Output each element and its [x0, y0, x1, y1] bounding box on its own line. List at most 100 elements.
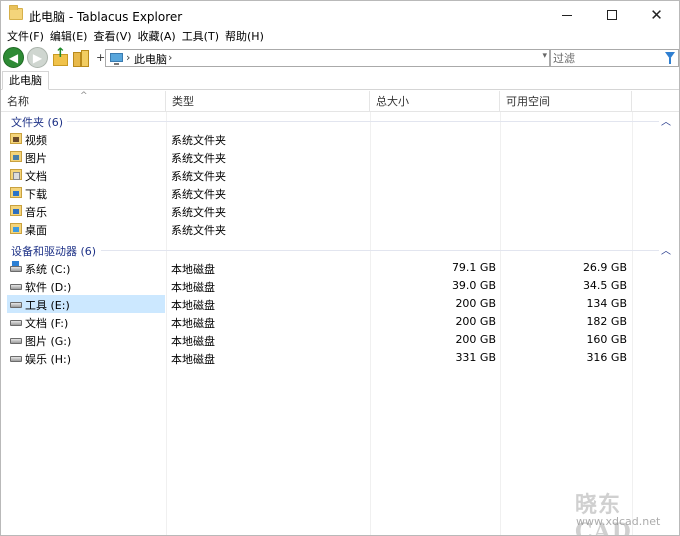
name-cell: 图片 (G:) [7, 331, 165, 349]
list-item[interactable]: 图片 (G:) 本地磁盘 200 GB 160 GB [1, 331, 679, 349]
item-free-space: 34.5 GB [582, 279, 627, 292]
column-free-space[interactable]: 可用空间 [500, 91, 632, 112]
item-total-size: 200 GB [455, 297, 496, 310]
name-cell: 图片 [7, 148, 165, 166]
item-type: 本地磁盘 [171, 353, 215, 366]
item-name: 下载 [25, 188, 47, 201]
menu-tools[interactable]: 工具(T) [180, 29, 221, 46]
name-cell: 桌面 [7, 220, 165, 238]
item-type: 本地磁盘 [171, 299, 215, 312]
name-cell: 系统 (C:) [7, 259, 165, 277]
item-name: 娱乐 (H:) [25, 353, 72, 366]
maximize-button[interactable] [589, 1, 634, 29]
list-item-selected[interactable]: 工具 (E:) 本地磁盘 200 GB 134 GB [1, 295, 679, 313]
group-drives[interactable]: 设备和驱动器 (6) ︿ [1, 241, 679, 259]
column-header: 名称 ^ 类型 总大小 可用空间 [1, 91, 679, 112]
item-name: 软件 (D:) [25, 281, 72, 294]
address-bar[interactable]: › 此电脑 › ▾ [105, 49, 550, 67]
back-arrow-icon: ◀ [8, 50, 19, 65]
folder-app-icon [9, 5, 23, 20]
item-name: 文档 (F:) [25, 317, 69, 330]
item-type: 本地磁盘 [171, 263, 215, 276]
name-cell: 工具 (E:) [7, 295, 165, 313]
item-name: 系统 (C:) [25, 263, 71, 276]
breadcrumb-this-pc[interactable]: 此电脑 [134, 51, 167, 67]
watermark-brand: 晓东 CAD [575, 492, 632, 536]
forward-arrow-icon: ▶ [32, 50, 43, 65]
list-item[interactable]: 桌面 系统文件夹 [1, 220, 679, 238]
menu-file[interactable]: 文件(F) [5, 29, 46, 46]
new-tab-button[interactable]: + [96, 51, 105, 64]
drive-icon [10, 302, 22, 308]
close-icon: ✕ [650, 5, 663, 24]
desktop-folder-icon [10, 223, 22, 234]
column-name-label: 名称 [7, 95, 29, 108]
close-button[interactable]: ✕ [634, 1, 679, 29]
filter-input[interactable] [553, 51, 661, 65]
tab-this-pc[interactable]: 此电脑 [2, 71, 49, 90]
breadcrumb-separator[interactable]: › [126, 51, 130, 64]
menu-help[interactable]: 帮助(H) [223, 29, 266, 46]
item-type: 本地磁盘 [171, 317, 215, 330]
list-item[interactable]: 系统 (C:) 本地磁盘 79.1 GB 26.9 GB [1, 259, 679, 277]
list-item[interactable]: 图片 系统文件夹 [1, 148, 679, 166]
forward-button[interactable]: ▶ [27, 47, 48, 68]
up-folder-button[interactable]: ↑ [51, 46, 69, 68]
list-item[interactable]: 文档 系统文件夹 [1, 166, 679, 184]
window-title: 此电脑 - Tablacus Explorer [29, 10, 183, 24]
item-type: 本地磁盘 [171, 281, 215, 294]
tab-strip: 此电脑 [1, 71, 679, 90]
back-button[interactable]: ◀ [3, 47, 24, 68]
downloads-folder-icon [10, 187, 22, 198]
list-item[interactable]: 视频 系统文件夹 [1, 130, 679, 148]
item-free-space: 134 GB [586, 297, 627, 310]
drive-icon [10, 338, 22, 344]
list-item[interactable]: 音乐 系统文件夹 [1, 202, 679, 220]
tree-view-button[interactable] [72, 48, 92, 68]
list-item[interactable]: 下载 系统文件夹 [1, 184, 679, 202]
item-type: 本地磁盘 [171, 335, 215, 348]
minimize-icon [561, 14, 572, 16]
item-type: 系统文件夹 [171, 188, 226, 201]
drive-icon [10, 320, 22, 326]
books-icon-part [81, 50, 89, 67]
group-folders[interactable]: 文件夹 (6) ︿ [1, 112, 679, 130]
item-name: 桌面 [25, 224, 47, 237]
up-arrow-icon: ↑ [55, 46, 66, 61]
menu-view[interactable]: 查看(V) [91, 29, 133, 46]
collapse-chevron-icon[interactable]: ︿ [661, 113, 671, 128]
list-item[interactable]: 软件 (D:) 本地磁盘 39.0 GB 34.5 GB [1, 277, 679, 295]
breadcrumb-separator-trailing[interactable]: › [168, 51, 172, 64]
minimize-button[interactable] [544, 1, 589, 29]
filter-funnel-icon[interactable] [665, 52, 675, 64]
filter-box[interactable] [550, 49, 679, 67]
column-total-size[interactable]: 总大小 [370, 91, 500, 112]
list-item[interactable]: 娱乐 (H:) 本地磁盘 331 GB 316 GB [1, 349, 679, 367]
maximize-icon [606, 10, 617, 20]
item-type: 系统文件夹 [171, 206, 226, 219]
music-folder-icon [10, 205, 22, 216]
explorer-window: 此电脑 - Tablacus Explorer ✕ 文件(F) 编辑(E) 查看… [0, 0, 680, 536]
computer-icon [110, 53, 123, 65]
name-cell: 音乐 [7, 202, 165, 220]
name-cell: 文档 [7, 166, 165, 184]
item-type: 系统文件夹 [171, 134, 226, 147]
column-type[interactable]: 类型 [166, 91, 370, 112]
item-free-space: 26.9 GB [582, 261, 627, 274]
item-free-space: 316 GB [586, 351, 627, 364]
item-name: 工具 (E:) [25, 299, 70, 312]
pictures-folder-icon [10, 151, 22, 162]
column-name[interactable]: 名称 ^ [1, 91, 166, 112]
sort-ascending-icon: ^ [80, 91, 88, 101]
collapse-chevron-icon[interactable]: ︿ [661, 242, 671, 257]
menu-edit[interactable]: 编辑(E) [48, 29, 90, 46]
menu-bar: 文件(F) 编辑(E) 查看(V) 收藏(A) 工具(T) 帮助(H) [1, 29, 679, 46]
videos-folder-icon [10, 133, 22, 144]
file-list: 名称 ^ 类型 总大小 可用空间 文件夹 (6) ︿ 视频 系统文件夹 图片 系统… [1, 91, 679, 535]
address-dropdown-icon[interactable]: ▾ [542, 51, 547, 61]
list-item[interactable]: 文档 (F:) 本地磁盘 200 GB 182 GB [1, 313, 679, 331]
item-free-space: 160 GB [586, 333, 627, 346]
group-divider [101, 250, 659, 251]
menu-favorites[interactable]: 收藏(A) [136, 29, 178, 46]
watermark-url: www.xdcad.net [576, 515, 661, 528]
